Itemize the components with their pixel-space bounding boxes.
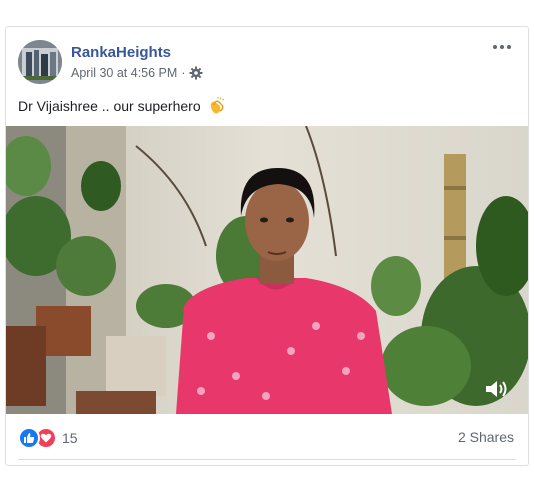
- reaction-count: 15: [62, 430, 78, 446]
- video-player[interactable]: [6, 126, 528, 414]
- reactions-summary[interactable]: 15: [18, 427, 78, 449]
- video-frame: [6, 126, 528, 414]
- post-meta: April 30 at 4:56 PM ·: [71, 66, 203, 80]
- more-options-icon[interactable]: [490, 37, 514, 57]
- post-text: Dr Vijaishree .. our superhero: [18, 97, 225, 115]
- meta-separator: ·: [181, 66, 186, 80]
- divider: [18, 459, 516, 460]
- page-name-link[interactable]: RankaHeights: [71, 44, 171, 61]
- avatar[interactable]: [18, 40, 62, 84]
- clapping-hands-icon: [207, 97, 225, 115]
- post-card: RankaHeights April 30 at 4:56 PM · Dr Vi…: [5, 26, 529, 466]
- post-footer: 15 2 Shares: [6, 414, 528, 465]
- post-message: Dr Vijaishree .. our superhero: [18, 98, 201, 114]
- speaker-icon[interactable]: [484, 378, 510, 400]
- like-icon: [18, 427, 40, 449]
- post-timestamp[interactable]: April 30 at 4:56 PM: [71, 66, 177, 80]
- shares-count[interactable]: 2 Shares: [458, 429, 514, 445]
- gear-icon[interactable]: [189, 66, 203, 80]
